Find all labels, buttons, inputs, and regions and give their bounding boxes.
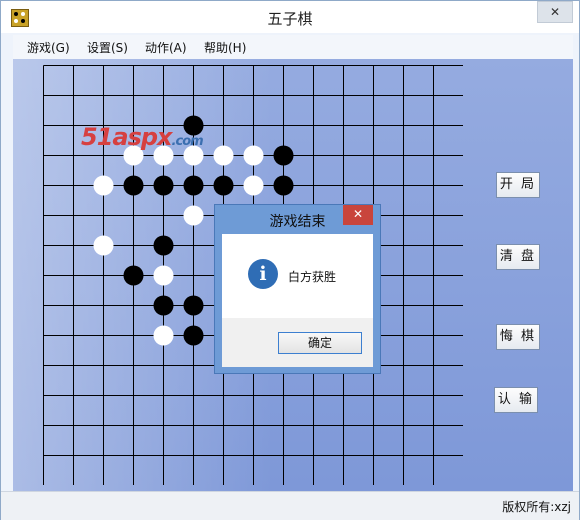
black-stone	[183, 295, 204, 316]
watermark-suffix: .com	[171, 134, 204, 149]
white-stone	[93, 175, 114, 196]
start-button[interactable]: 开 局	[496, 172, 540, 198]
white-stone	[213, 145, 234, 166]
black-stone	[273, 145, 294, 166]
black-stone	[183, 325, 204, 346]
watermark-logo: 51aspx.com	[81, 123, 204, 151]
black-stone	[123, 175, 144, 196]
menu-settings[interactable]: 设置(S)	[87, 39, 128, 56]
window-close-button[interactable]: ✕	[537, 1, 573, 23]
black-stone	[153, 175, 174, 196]
menu-action[interactable]: 动作(A)	[145, 39, 187, 56]
white-stone	[93, 235, 114, 256]
ok-button[interactable]: 确定	[278, 332, 362, 354]
watermark-main: 51aspx	[81, 123, 173, 151]
black-stone	[273, 175, 294, 196]
white-stone	[153, 265, 174, 286]
window-title: 五子棋	[267, 10, 313, 28]
white-stone	[183, 205, 204, 226]
copyright-text: 版权所有:xzj	[502, 500, 571, 514]
dialog-body: i 白方获胜	[222, 234, 373, 318]
white-stone	[153, 325, 174, 346]
title-bar: 五子棋 ✕	[1, 1, 579, 33]
white-stone	[243, 175, 264, 196]
main-window: 五子棋 ✕ 游戏(G) 设置(S) 动作(A) 帮助(H) 51aspx.com…	[0, 0, 580, 520]
black-stone	[213, 175, 234, 196]
undo-button[interactable]: 悔 棋	[496, 324, 540, 350]
black-stone	[153, 295, 174, 316]
status-bar: 版权所有:xzj	[1, 491, 579, 520]
menu-bar: 游戏(G) 设置(S) 动作(A) 帮助(H)	[13, 35, 573, 59]
white-stone	[243, 145, 264, 166]
info-icon: i	[248, 259, 278, 289]
resign-button[interactable]: 认 输	[494, 387, 538, 413]
clear-board-button[interactable]: 清 盘	[496, 244, 540, 270]
dialog-footer: 确定	[222, 318, 373, 367]
black-stone	[153, 235, 174, 256]
dialog-message: 白方获胜	[288, 270, 337, 284]
game-over-dialog: 游戏结束 ✕ i 白方获胜 确定	[214, 204, 381, 374]
black-stone	[123, 265, 144, 286]
dialog-close-button[interactable]: ✕	[343, 205, 373, 225]
menu-game[interactable]: 游戏(G)	[27, 39, 70, 56]
menu-help[interactable]: 帮助(H)	[204, 39, 246, 56]
black-stone	[183, 175, 204, 196]
